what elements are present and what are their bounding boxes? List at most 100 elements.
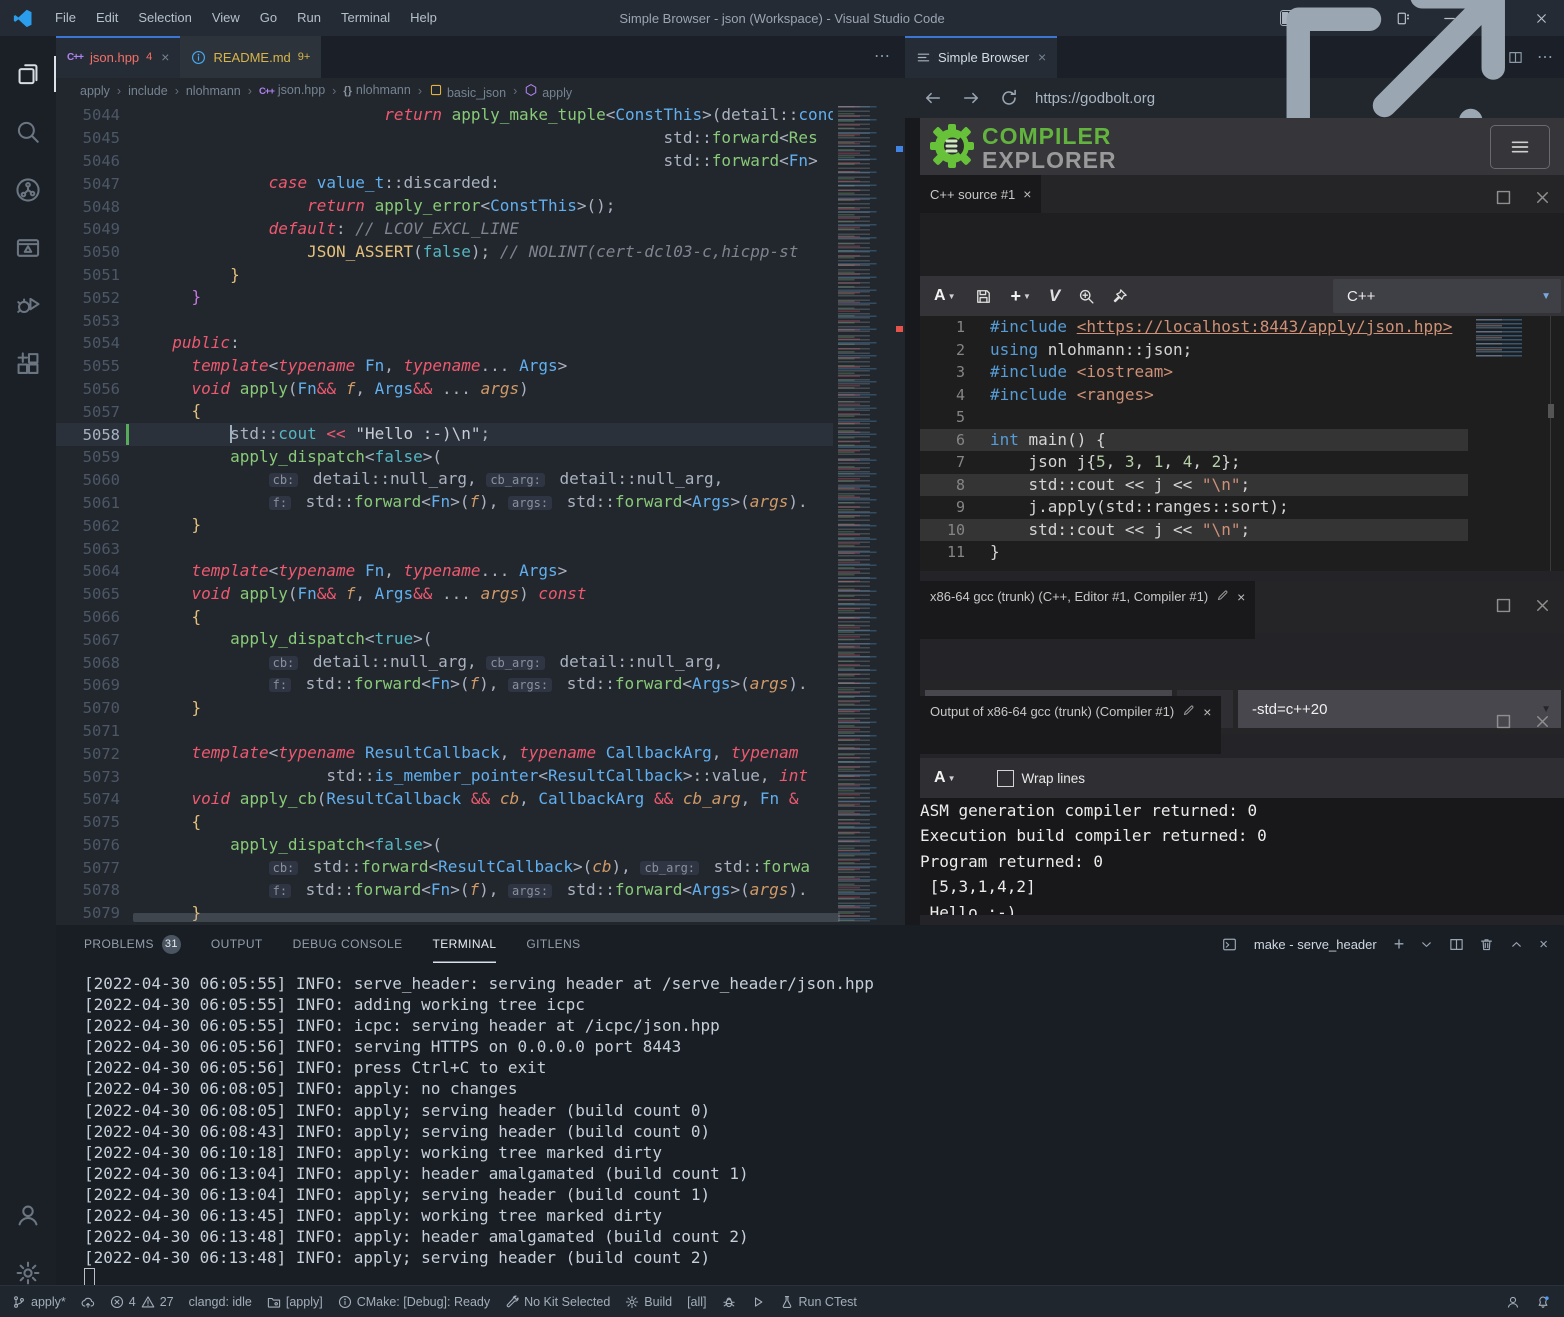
- ce-code-line-5[interactable]: 5: [920, 406, 1468, 429]
- back-icon[interactable]: [923, 88, 943, 108]
- horizontal-scrollbar[interactable]: [133, 913, 840, 922]
- menu-help[interactable]: Help: [400, 0, 447, 36]
- vim-toggle-icon[interactable]: V: [1049, 286, 1060, 306]
- ce-code-editor[interactable]: 1#include <https://localhost:8443/apply/…: [920, 316, 1564, 571]
- breadcrumb-item[interactable]: apply: [80, 84, 110, 98]
- code-line-5075[interactable]: 5075 {: [56, 811, 833, 834]
- maximize-pane-icon[interactable]: [1494, 712, 1513, 731]
- ce-code-line-7[interactable]: 7 json j{5, 3, 1, 4, 2};: [920, 451, 1468, 474]
- ce-code-line-6[interactable]: 6int main() {: [920, 429, 1468, 452]
- menu-edit[interactable]: Edit: [86, 0, 128, 36]
- terminal-output[interactable]: [2022-04-30 06:05:55] INFO: serve_header…: [84, 973, 1556, 1271]
- menu-go[interactable]: Go: [250, 0, 287, 36]
- code-line-5078[interactable]: 5078 f: std::forward<Fn>(f), args: std::…: [56, 879, 833, 902]
- breadcrumb-item[interactable]: C++json.hpp: [259, 83, 325, 100]
- rename-pane-icon[interactable]: [1216, 589, 1229, 602]
- breadcrumb-item[interactable]: include: [128, 84, 168, 98]
- status-kit[interactable]: No Kit Selected: [505, 1295, 610, 1309]
- live-preview-icon[interactable]: [0, 224, 56, 272]
- ce-scrollbar[interactable]: [1550, 316, 1552, 571]
- terminal-dropdown-icon[interactable]: [1419, 937, 1434, 952]
- code-line-5074[interactable]: 5074 void apply_cb(ResultCallback && cb,…: [56, 788, 833, 811]
- code-line-5058[interactable]: 5058 std::cout << "Hello :-)\n";: [56, 423, 833, 446]
- explorer-icon[interactable]: [0, 50, 56, 98]
- maximize-pane-icon[interactable]: [1494, 596, 1513, 615]
- code-line-5066[interactable]: 5066 {: [56, 606, 833, 629]
- font-size-button[interactable]: A▼: [934, 287, 955, 305]
- maximize-panel-icon[interactable]: [1509, 937, 1524, 952]
- code-line-5056[interactable]: 5056 void apply(Fn&& f, Args&& ... args): [56, 378, 833, 401]
- kill-terminal-icon[interactable]: [1479, 937, 1494, 952]
- close-pane-icon[interactable]: [1533, 188, 1552, 207]
- ce-code-line-3[interactable]: 3#include <iostream>: [920, 361, 1468, 384]
- code-line-5055[interactable]: 5055 template<typename Fn, typename... A…: [56, 355, 833, 378]
- ce-code-line-9[interactable]: 9 j.apply(std::ranges::sort);: [920, 496, 1468, 519]
- code-line-5054[interactable]: 5054 public:: [56, 332, 833, 355]
- code-line-5060[interactable]: 5060 cb: detail::null_arg, cb_arg: detai…: [56, 469, 833, 492]
- breadcrumb-item[interactable]: {}nlohmann: [343, 83, 410, 99]
- code-line-5059[interactable]: 5059 apply_dispatch<false>(: [56, 446, 833, 469]
- ce-compiler-tab[interactable]: x86-64 gcc (trunk) (C++, Editor #1, Comp…: [920, 581, 1255, 639]
- maximize-pane-icon[interactable]: [1494, 188, 1513, 207]
- status-branch[interactable]: apply*: [12, 1295, 66, 1309]
- code-line-5045[interactable]: 5045 std::forward<Res: [56, 127, 833, 150]
- status-cmake-state[interactable]: CMake: [Debug]: Ready: [338, 1295, 490, 1309]
- code-line-5044[interactable]: 5044 return apply_make_tuple<ConstThis>(…: [56, 104, 833, 127]
- status-run[interactable]: [751, 1295, 765, 1309]
- url-input[interactable]: https://godbolt.org: [1035, 90, 1155, 107]
- code-line-5070[interactable]: 5070 }: [56, 697, 833, 720]
- menu-file[interactable]: File: [45, 0, 86, 36]
- menu-run[interactable]: Run: [287, 0, 331, 36]
- status-build[interactable]: Build: [625, 1295, 672, 1309]
- extensions-icon[interactable]: [0, 340, 56, 388]
- ce-source-tab[interactable]: C++ source #1×: [920, 175, 1041, 213]
- code-line-5077[interactable]: 5077 cb: std::forward<ResultCallback>(cb…: [56, 856, 833, 879]
- ce-menu-button[interactable]: [1490, 125, 1550, 169]
- code-line-5067[interactable]: 5067 apply_dispatch<true>(: [56, 628, 833, 651]
- rename-pane-icon[interactable]: [1182, 704, 1195, 717]
- accounts-icon[interactable]: [0, 1191, 56, 1239]
- code-line-5049[interactable]: 5049 default: // LCOV_EXCL_LINE: [56, 218, 833, 241]
- panel-tab-problems[interactable]: PROBLEMS31: [84, 925, 181, 963]
- panel-tab-terminal[interactable]: TERMINAL: [433, 925, 497, 963]
- code-line-5048[interactable]: 5048 return apply_error<ConstThis>();: [56, 195, 833, 218]
- menu-terminal[interactable]: Terminal: [331, 0, 400, 36]
- code-line-5062[interactable]: 5062 }: [56, 514, 833, 537]
- breadcrumb-item[interactable]: apply: [524, 83, 572, 100]
- status-notifications[interactable]: [1536, 1295, 1550, 1309]
- tab-json-hpp[interactable]: C++ json.hpp 4 ×: [56, 36, 180, 78]
- menu-view[interactable]: View: [202, 0, 250, 36]
- code-line-5069[interactable]: 5069 f: std::forward<Fn>(f), args: std::…: [56, 674, 833, 697]
- code-line-5046[interactable]: 5046 std::forward<Fn>: [56, 150, 833, 173]
- close-pane-icon[interactable]: [1533, 712, 1552, 731]
- code-line-5073[interactable]: 5073 std::is_member_pointer<ResultCallba…: [56, 765, 833, 788]
- status-cmake-project[interactable]: [apply]: [267, 1295, 323, 1309]
- breadcrumb-item[interactable]: nlohmann: [186, 84, 241, 98]
- status-problems[interactable]: 427: [110, 1295, 174, 1309]
- status-debug[interactable]: [722, 1295, 736, 1309]
- tab-simple-browser[interactable]: Simple Browser ×: [905, 36, 1057, 78]
- zoom-icon[interactable]: [1078, 288, 1095, 305]
- ce-code-line-4[interactable]: 4#include <ranges>: [920, 384, 1468, 407]
- run-debug-icon[interactable]: [0, 282, 56, 330]
- code-line-5051[interactable]: 5051 }: [56, 264, 833, 287]
- search-icon[interactable]: [0, 108, 56, 156]
- close-pane-icon[interactable]: [1533, 596, 1552, 615]
- code-line-5052[interactable]: 5052 }: [56, 286, 833, 309]
- ce-code-line-1[interactable]: 1#include <https://localhost:8443/apply/…: [920, 316, 1468, 339]
- forward-icon[interactable]: [961, 88, 981, 108]
- code-line-5065[interactable]: 5065 void apply(Fn&& f, Args&& ... args)…: [56, 583, 833, 606]
- editor-more-actions-icon[interactable]: ⋯: [874, 36, 891, 78]
- ce-code-line-2[interactable]: 2using nlohmann::json;: [920, 339, 1468, 362]
- code-editor[interactable]: 5044 return apply_make_tuple<ConstThis>(…: [56, 104, 833, 925]
- wrap-lines-checkbox[interactable]: [997, 770, 1014, 787]
- menu-selection[interactable]: Selection: [128, 0, 201, 36]
- reload-icon[interactable]: [999, 88, 1019, 108]
- close-panel-icon[interactable]: ×: [1539, 936, 1548, 953]
- language-select[interactable]: C++▼: [1333, 279, 1561, 313]
- source-control-icon[interactable]: [0, 166, 56, 214]
- code-line-5064[interactable]: 5064 template<typename Fn, typename... A…: [56, 560, 833, 583]
- panel-tab-output[interactable]: OUTPUT: [211, 925, 263, 963]
- status-clangd[interactable]: clangd: idle: [189, 1295, 252, 1309]
- terminal-title[interactable]: make - serve_header: [1254, 937, 1377, 952]
